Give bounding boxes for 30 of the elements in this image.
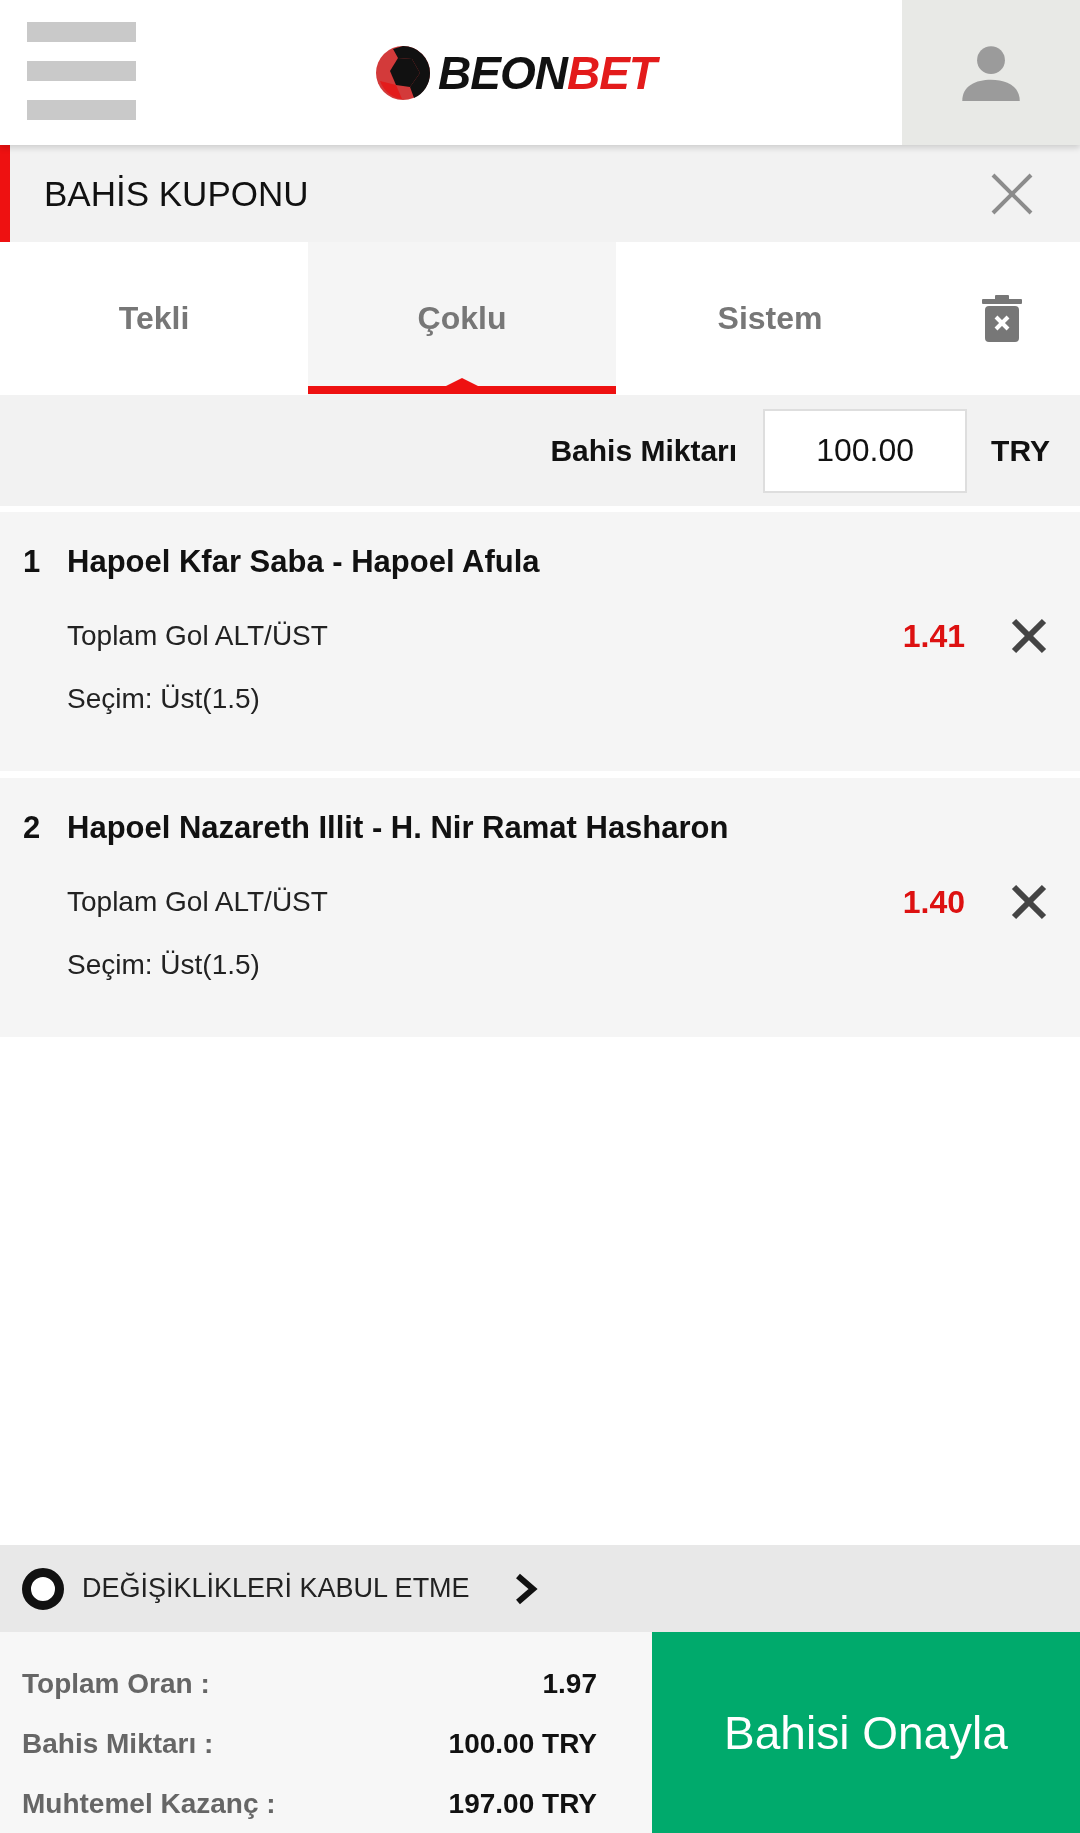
summary-label: Bahis Miktarı : (22, 1728, 214, 1760)
summary-value: 100.00 TRY (448, 1728, 597, 1760)
stake-amount-field[interactable]: 100.00 (763, 408, 968, 493)
trash-icon[interactable] (982, 295, 1022, 342)
market-name: Toplam Gol ALT/ÜST (67, 620, 329, 652)
brand-name[interactable]: BEONBET (434, 42, 664, 103)
odds-value: 1.40 (902, 883, 965, 921)
market-name: Toplam Gol ALT/ÜST (67, 886, 329, 918)
summary-value: 197.00 TRY (448, 1788, 597, 1820)
tab[interactable]: Çoklu (308, 242, 616, 395)
bet-number: 2 (23, 810, 42, 846)
confirm-bet-button[interactable]: Bahisi Onayla (652, 1632, 1080, 1833)
selection-text: Seçim: Üst(1.5) (67, 682, 260, 716)
summary-label: Toplam Oran : (22, 1668, 210, 1700)
summary-value: 1.97 (542, 1668, 597, 1700)
ring-icon[interactable] (22, 1567, 64, 1610)
selection-text: Seçim: Üst(1.5) (67, 948, 260, 982)
stake-label: Bahis Miktarı (550, 433, 738, 468)
remove-icon[interactable] (1011, 884, 1047, 920)
match-name: Hapoel Kfar Saba - Hapoel Afula (67, 544, 540, 580)
currency-label: TRY (991, 433, 1050, 468)
remove-icon[interactable] (1011, 618, 1047, 654)
bet-number: 1 (23, 544, 42, 580)
accept-changes-label[interactable]: DEĞİŞİKLİKLERİ KABUL ETME (82, 1573, 470, 1604)
close-icon[interactable] (991, 172, 1033, 215)
coupon-title: BAHİS KUPONU (44, 172, 309, 215)
summary-label: Muhtemel Kazanç : (22, 1788, 276, 1820)
odds-value: 1.41 (902, 617, 965, 655)
user-icon (962, 44, 1020, 101)
match-name: Hapoel Nazareth Illit - H. Nir Ramat Hasharon (67, 810, 729, 846)
